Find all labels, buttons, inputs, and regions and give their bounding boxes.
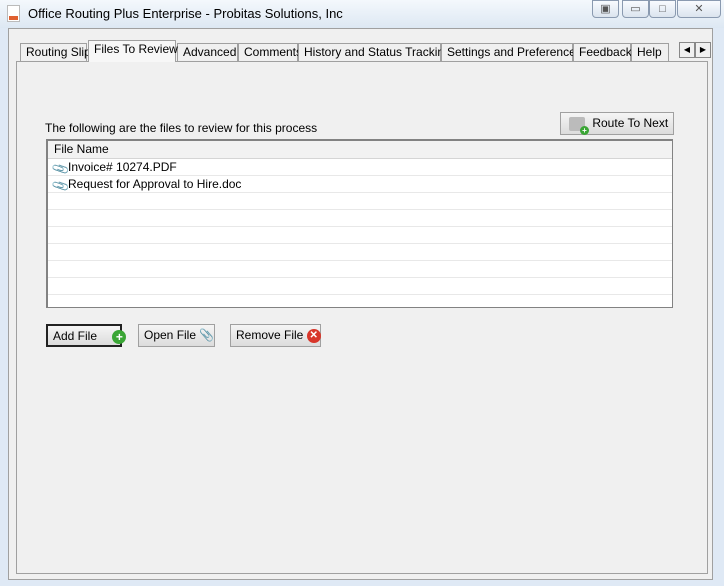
remove-label: Remove File	[236, 328, 304, 342]
tab-feedback[interactable]: Feedback	[573, 43, 632, 62]
file-row[interactable]: 📎 Request for Approval to Hire.doc	[48, 176, 672, 196]
route-to-next-button[interactable]: + Route To Next	[560, 112, 674, 135]
close-button[interactable]: ✕	[677, 0, 721, 18]
file-name: Request for Approval to Hire.doc	[68, 177, 242, 191]
tab-scroll-right-icon[interactable]: ▶	[695, 42, 711, 58]
window-title: Office Routing Plus Enterprise - Probita…	[28, 6, 343, 21]
empty-row	[48, 295, 672, 307]
empty-row	[48, 210, 672, 227]
title-bar: Office Routing Plus Enterprise - Probita…	[0, 0, 724, 28]
remove-file-button[interactable]: Remove File ✕	[230, 324, 321, 347]
description-label: The following are the files to review fo…	[45, 121, 318, 135]
tab-files-to-review[interactable]: Files To Review	[88, 40, 178, 62]
add-file-button[interactable]: Add File +	[46, 324, 127, 347]
column-header-file-name[interactable]: File Name	[48, 141, 672, 159]
maximize-button[interactable]: □	[649, 0, 676, 18]
file-row[interactable]: 📎 Invoice# 10274.PDF	[48, 159, 672, 179]
tab-scroll-left-icon[interactable]: ◀	[679, 42, 695, 58]
tab-advanced[interactable]: Advanced	[177, 43, 238, 62]
file-name: Invoice# 10274.PDF	[68, 160, 177, 174]
route-icon: +	[569, 116, 589, 135]
open-label: Open File	[144, 328, 197, 342]
tab-settings[interactable]: Settings and Preferences	[441, 43, 582, 62]
file-list[interactable]: File Name 📎 Invoice# 10274.PDF 📎 Request f…	[46, 139, 673, 308]
empty-row	[48, 244, 672, 261]
route-label: Route To Next	[592, 116, 669, 130]
tab-routing-slip[interactable]: Routing Slip	[20, 43, 91, 62]
empty-row	[48, 278, 672, 295]
plus-icon: +	[112, 329, 127, 344]
empty-row	[48, 193, 672, 210]
empty-row	[48, 227, 672, 244]
minimize-button[interactable]: ▭	[622, 0, 649, 18]
files-panel	[16, 61, 708, 574]
empty-row	[48, 261, 672, 278]
tab-comments[interactable]: Comments	[238, 43, 302, 62]
extra-window-icon[interactable]: ▣	[592, 0, 619, 18]
open-file-button[interactable]: Open File 📎	[138, 324, 215, 347]
tab-history[interactable]: History and Status Tracking	[298, 43, 451, 62]
remove-x-icon: ✕	[306, 328, 321, 343]
app-icon	[7, 5, 20, 22]
add-label: Add File	[53, 329, 98, 343]
paperclip-icon: 📎	[199, 328, 215, 342]
tab-help[interactable]: Help	[631, 43, 669, 62]
